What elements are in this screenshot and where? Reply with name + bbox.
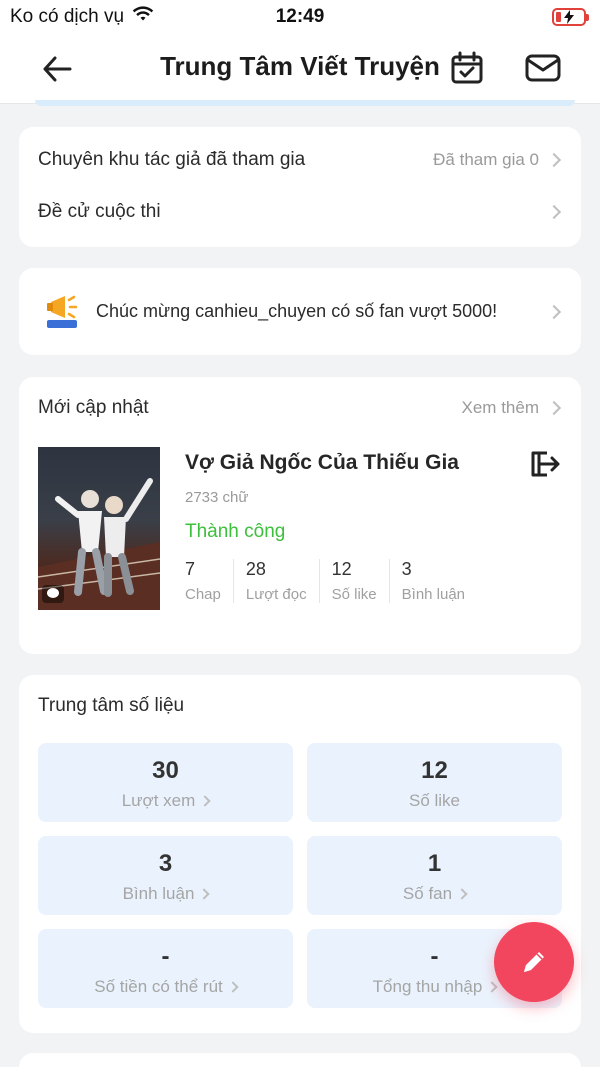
top-nav-bar: Trung Tâm Viết Truyện xyxy=(0,34,600,104)
tile-fans[interactable]: 1 Số fan xyxy=(307,836,562,915)
stat-chapters: 7 Chap xyxy=(185,559,234,603)
author-zone-label: Chuyên khu tác giả đã tham gia xyxy=(38,149,306,170)
tile-withdrawable[interactable]: - Số tiền có thể rút xyxy=(38,929,293,1008)
next-card-edge xyxy=(19,1053,581,1067)
chevron-right-icon xyxy=(546,304,562,319)
write-fab-button[interactable] xyxy=(494,922,574,1002)
tile-label: Số fan xyxy=(402,884,453,903)
stat-value: 7 xyxy=(185,559,196,579)
tile-label: Số like xyxy=(408,791,461,810)
stat-comments: 3 Bình luận xyxy=(402,559,477,603)
stat-label: Số like xyxy=(331,586,377,603)
header-banner-edge xyxy=(35,100,575,106)
chevron-right-icon xyxy=(546,204,562,220)
participation-card: Chuyên khu tác giả đã tham gia Đã tham g… xyxy=(19,127,581,247)
latest-update-card: Mới cập nhật Xem thêm Vợ Giả Ngốc Của Th… xyxy=(19,377,581,654)
stat-value: 12 xyxy=(331,559,352,579)
see-more-link[interactable]: Xem thêm xyxy=(461,398,562,418)
chevron-right-icon xyxy=(456,888,468,900)
page-title: Trung Tâm Viết Truyện xyxy=(160,51,440,81)
stat-value: 28 xyxy=(245,559,266,579)
tile-value: 1 xyxy=(427,850,442,877)
contest-nomination-row[interactable]: Đề cử cuộc thi xyxy=(38,201,562,223)
announcement-card[interactable]: Chúc mừng canhieu_chuyen có số fan vượt … xyxy=(19,268,581,355)
section-title: Mới cập nhật xyxy=(38,397,149,418)
stat-reads: 28 Lượt đọc xyxy=(246,559,320,603)
exit-icon[interactable] xyxy=(529,449,561,479)
stat-label: Chap xyxy=(185,586,221,603)
book-stats: 7 Chap 28 Lượt đọc 12 Số like 3 Bình luậ… xyxy=(185,559,489,603)
status-left: Ko có dịch vụ xyxy=(10,6,154,28)
tile-label: Số tiền có thể rút xyxy=(94,977,223,996)
tile-views[interactable]: 30 Lượt xem xyxy=(38,743,293,822)
book-cover-image[interactable] xyxy=(38,447,160,610)
chevron-right-icon xyxy=(199,795,211,807)
wifi-icon xyxy=(132,6,154,28)
battery-icon xyxy=(552,8,589,26)
author-zone-value: Đã tham gia 0 xyxy=(433,150,539,169)
stat-likes: 12 Số like xyxy=(332,559,390,603)
tile-comments[interactable]: 3 Bình luận xyxy=(38,836,293,915)
calendar-check-icon xyxy=(451,51,483,84)
chevron-right-icon xyxy=(227,981,239,993)
tile-value: 30 xyxy=(152,757,179,784)
tile-value: 12 xyxy=(421,757,448,784)
publish-status: Thành công xyxy=(185,521,286,542)
data-center-card: Trung tâm số liệu 30 Lượt xem 12 Số like… xyxy=(19,675,581,1033)
mail-button[interactable] xyxy=(522,49,564,87)
tile-label: Tổng thu nhập xyxy=(372,977,483,996)
tile-value: - xyxy=(161,943,170,970)
chevron-right-icon xyxy=(546,152,562,168)
tile-likes: 12 Số like xyxy=(307,743,562,822)
tile-label: Bình luận xyxy=(122,884,195,903)
stat-value: 3 xyxy=(401,559,412,579)
chevron-right-icon xyxy=(198,888,211,900)
tile-label: Lượt xem xyxy=(121,791,196,810)
stat-label: Lượt đọc xyxy=(245,586,307,603)
chevron-right-icon xyxy=(486,981,498,993)
chevron-right-icon xyxy=(546,400,562,416)
book-title[interactable]: Vợ Giả Ngốc Của Thiếu Gia xyxy=(185,451,459,475)
latest-header-row: Mới cập nhật Xem thêm xyxy=(38,397,562,419)
stat-label: Bình luận xyxy=(401,586,466,603)
section-title: Trung tâm số liệu xyxy=(38,695,185,716)
tile-value: 3 xyxy=(158,850,173,877)
calendar-button[interactable] xyxy=(448,49,486,87)
megaphone-icon xyxy=(43,292,81,330)
see-more-label: Xem thêm xyxy=(461,398,539,417)
contest-label: Đề cử cuộc thi xyxy=(38,201,161,222)
status-bar: Ko có dịch vụ 12:49 xyxy=(0,0,600,34)
word-count: 2733 chữ xyxy=(185,489,249,506)
author-zone-row[interactable]: Chuyên khu tác giả đã tham gia Đã tham g… xyxy=(38,149,562,171)
announcement-text: Chúc mừng canhieu_chuyen có số fan vượt … xyxy=(96,301,498,321)
carrier-text: Ko có dịch vụ xyxy=(10,6,125,27)
mail-icon xyxy=(525,54,561,82)
pencil-icon xyxy=(524,952,544,972)
